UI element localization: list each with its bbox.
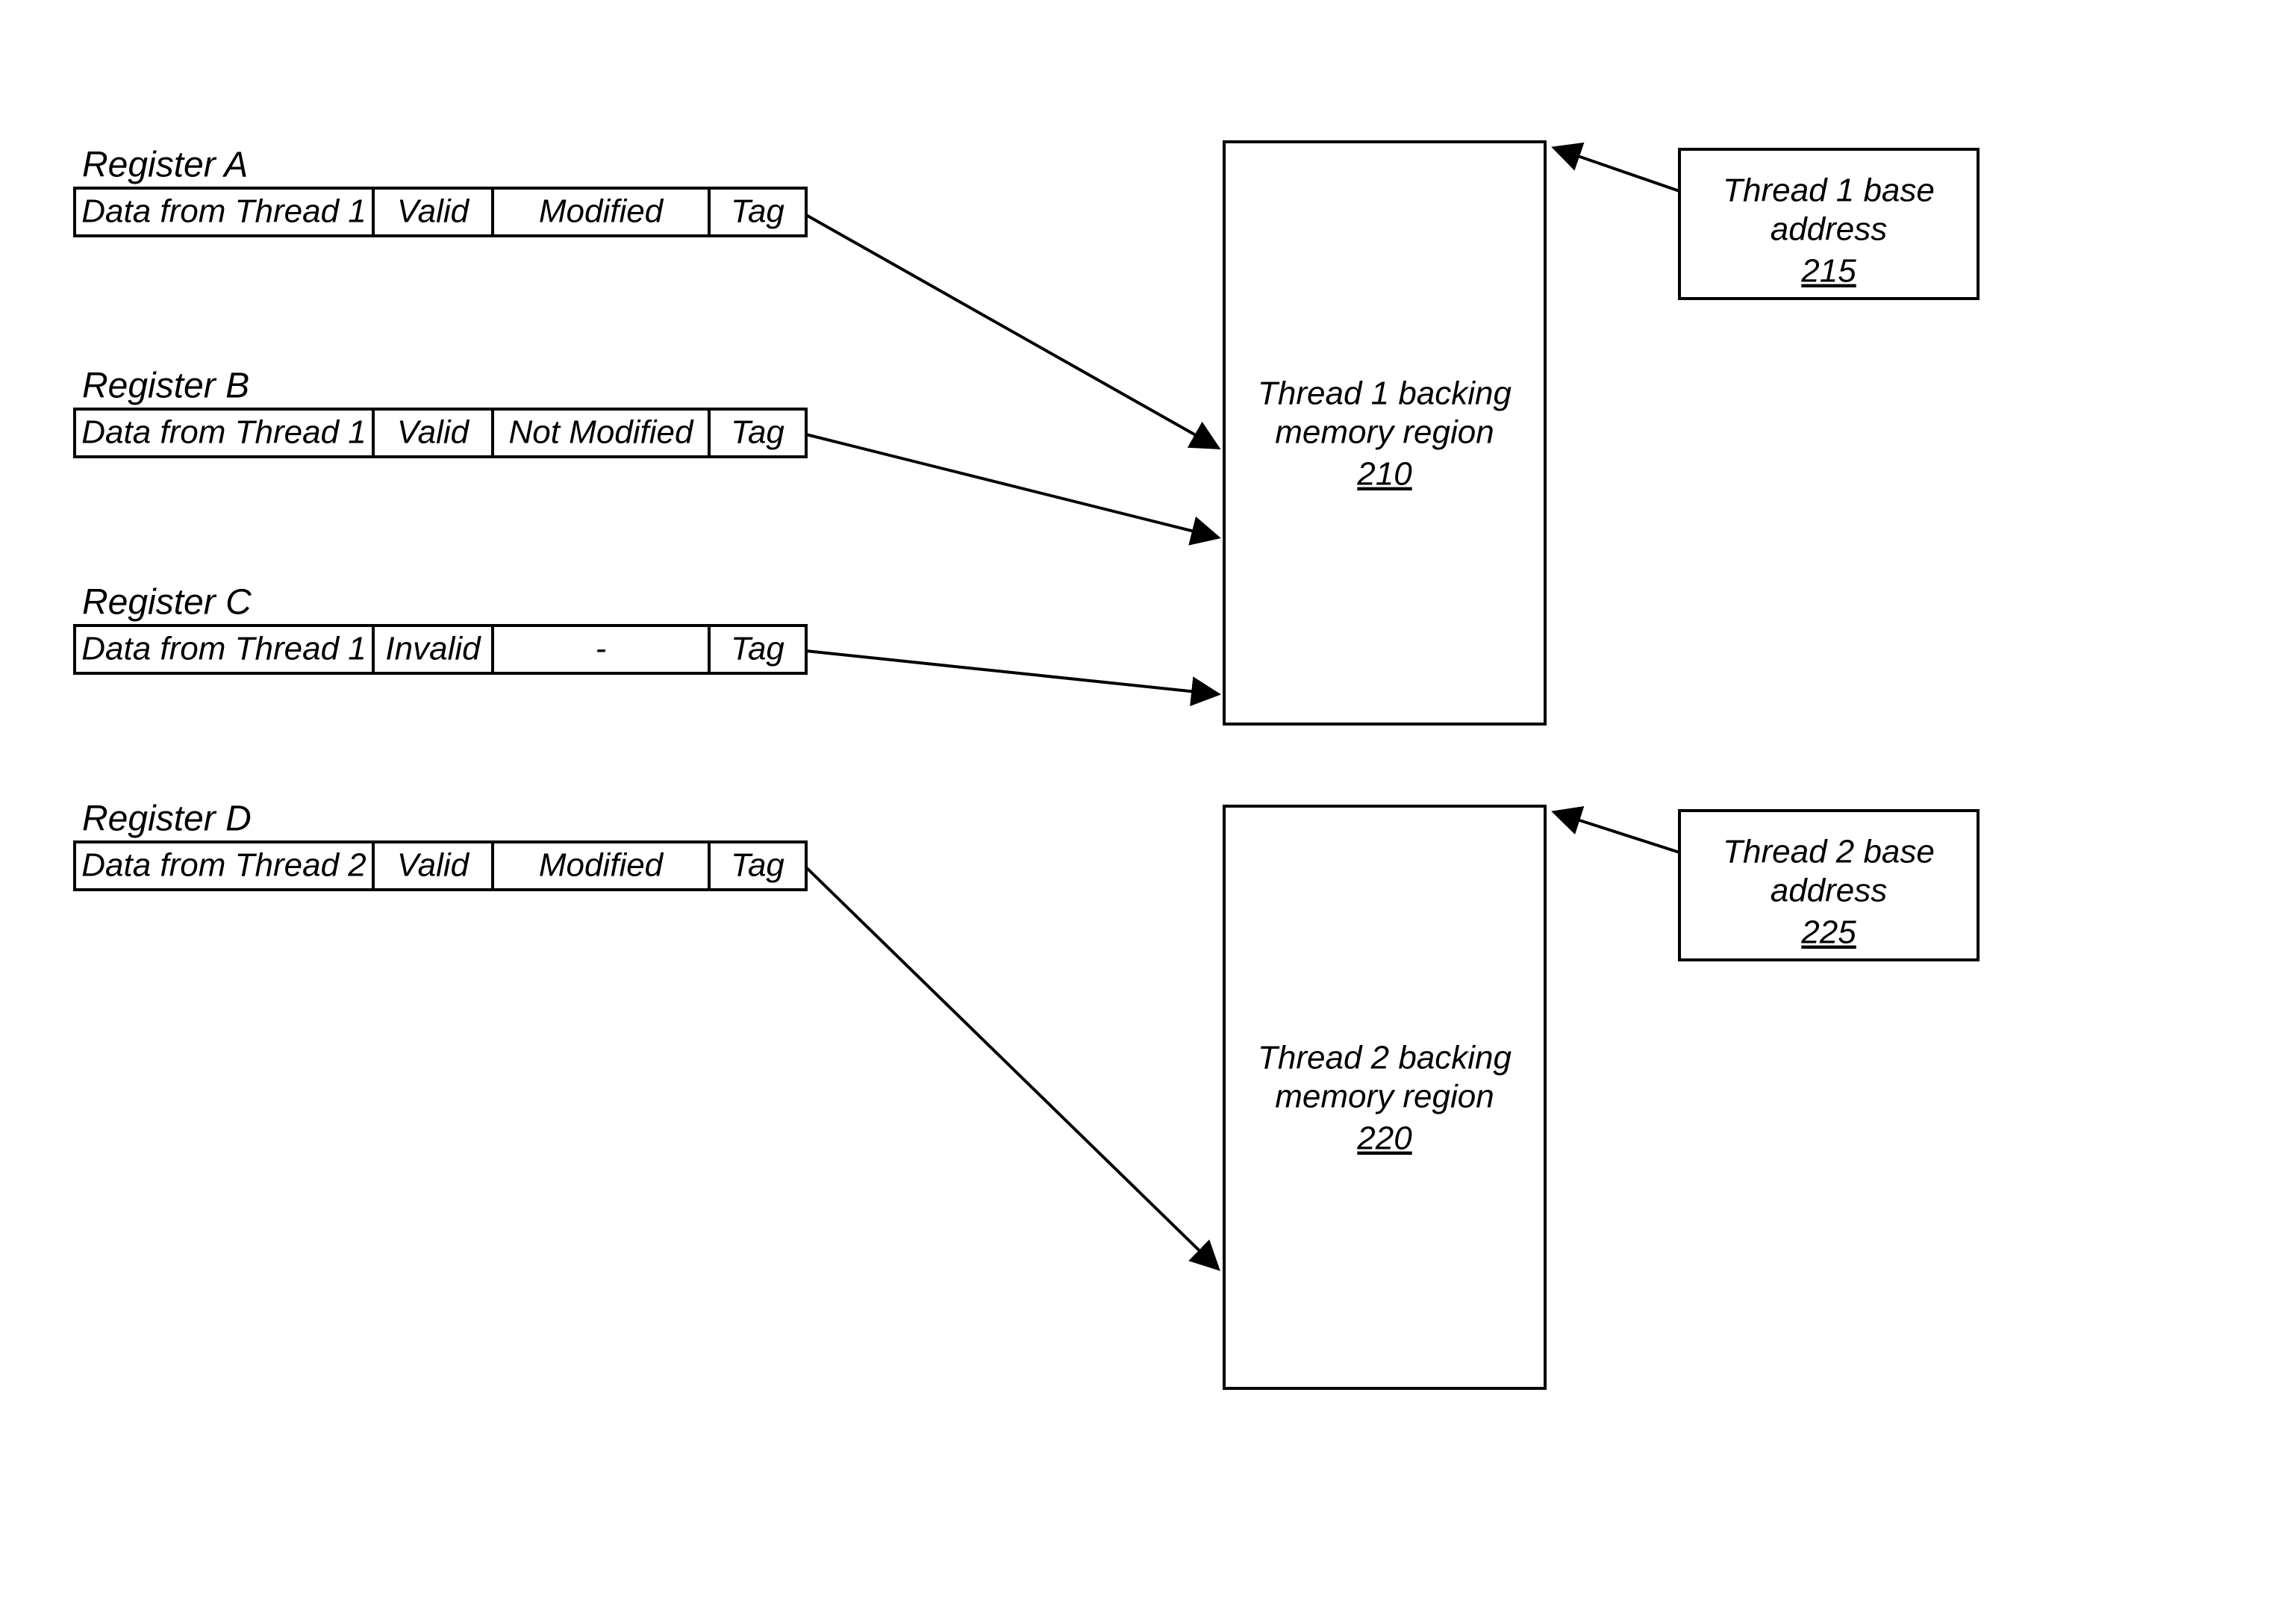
register-b: Register B Data from Thread 1 Valid Not … [75, 366, 806, 457]
register-c-row: Data from Thread 1 Invalid - Tag [75, 626, 806, 673]
register-b-valid: Valid [397, 414, 470, 451]
register-b-modified: Not Modified [508, 414, 694, 451]
thread2-region: Thread 2 backing memory region 220 [1224, 806, 1545, 1388]
arrow-regA-to-region1 [806, 215, 1218, 448]
register-d-row: Data from Thread 2 Valid Modified Tag [75, 842, 806, 890]
thread2-region-ref: 220 [1356, 1120, 1412, 1157]
register-a: Register A Data from Thread 1 Valid Modi… [75, 146, 806, 236]
register-d-title: Register D [82, 799, 252, 839]
arrow-regB-to-region1 [806, 434, 1218, 537]
register-a-modified: Modified [539, 193, 664, 230]
thread1-address: Thread 1 base address 215 [1679, 149, 1978, 299]
diagram-canvas: Register A Data from Thread 1 Valid Modi… [0, 0, 2296, 1622]
register-c-tag: Tag [731, 631, 784, 667]
register-a-tag: Tag [731, 193, 784, 230]
thread1-region-line2: memory region [1275, 414, 1494, 451]
register-b-row: Data from Thread 1 Valid Not Modified Ta… [75, 409, 806, 457]
thread2-region-line2: memory region [1275, 1079, 1494, 1115]
thread2-address-ref: 225 [1800, 914, 1856, 951]
thread1-region: Thread 1 backing memory region 210 [1224, 142, 1545, 724]
register-b-data: Data from Thread 1 [81, 414, 366, 451]
thread2-address: Thread 2 base address 225 [1679, 811, 1978, 960]
register-c-title: Register C [82, 583, 252, 623]
register-d-valid: Valid [397, 847, 470, 884]
arrow-regD-to-region2 [806, 867, 1218, 1269]
register-d-tag: Tag [731, 847, 784, 884]
register-a-valid: Valid [397, 193, 470, 230]
register-d-modified: Modified [539, 847, 664, 884]
register-c: Register C Data from Thread 1 Invalid - … [75, 583, 806, 673]
register-d-data: Data from Thread 2 [81, 847, 366, 884]
register-a-data: Data from Thread 1 [81, 193, 366, 230]
register-c-valid: Invalid [385, 631, 481, 667]
thread1-address-line2: address [1771, 211, 1888, 248]
thread2-region-line1: Thread 2 backing [1258, 1040, 1512, 1076]
register-d: Register D Data from Thread 2 Valid Modi… [75, 799, 806, 890]
register-b-tag: Tag [731, 414, 784, 451]
thread1-address-line1: Thread 1 base [1723, 172, 1935, 209]
register-a-title: Register A [82, 146, 248, 185]
thread1-region-ref: 210 [1356, 456, 1412, 493]
thread2-address-line1: Thread 2 base [1723, 834, 1935, 870]
arrow-regC-to-region1 [806, 651, 1218, 694]
register-a-row: Data from Thread 1 Valid Modified Tag [75, 188, 806, 236]
thread2-address-line2: address [1771, 873, 1888, 909]
thread1-region-line1: Thread 1 backing [1258, 375, 1512, 412]
arrow-addr1-to-region1 [1554, 148, 1679, 191]
register-c-data: Data from Thread 1 [81, 631, 366, 667]
arrow-addr2-to-region2 [1554, 812, 1679, 852]
register-c-modified: - [596, 631, 607, 667]
register-b-title: Register B [82, 366, 249, 406]
thread1-address-ref: 215 [1800, 253, 1856, 290]
